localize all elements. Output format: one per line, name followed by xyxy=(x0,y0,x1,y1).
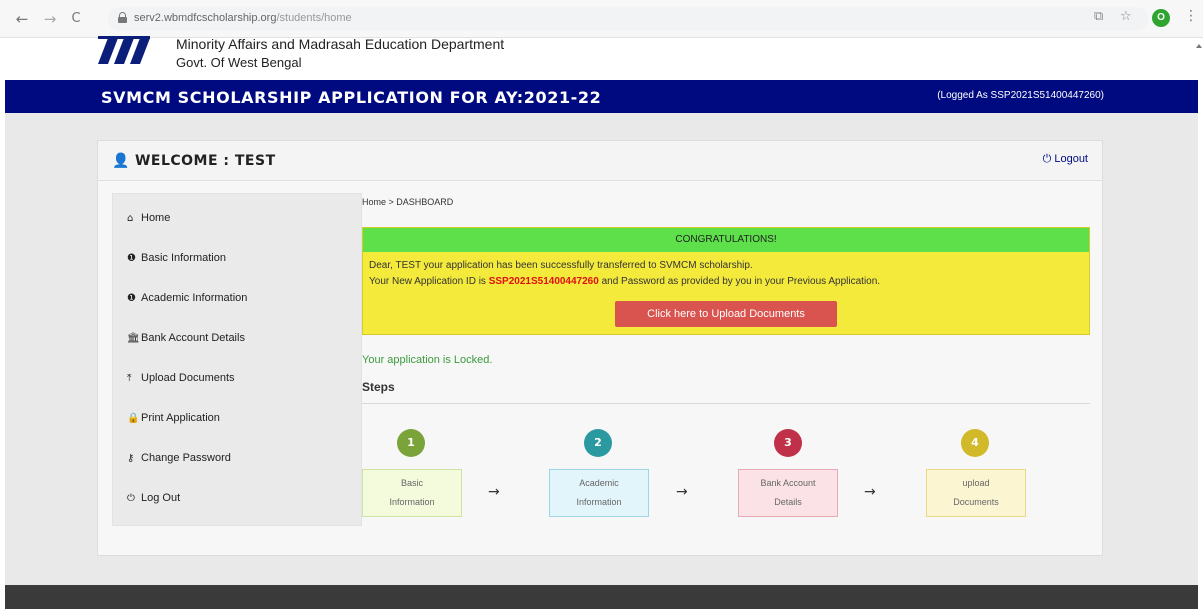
url-path: /students/home xyxy=(276,12,352,24)
header-banner: SVMCM SCHOLARSHIP APPLICATION FOR AY:202… xyxy=(5,80,1198,113)
forward-button[interactable]: → xyxy=(40,9,60,29)
page-footer xyxy=(5,585,1198,609)
arrow-right-icon: → xyxy=(488,484,500,500)
alert-text: Your New Application ID is xyxy=(369,276,489,287)
logout-label: Logout xyxy=(1054,153,1088,165)
sidebar-item-label: Home xyxy=(141,212,171,224)
sidebar-item-label: Change Password xyxy=(141,452,231,464)
profile-avatar[interactable]: O xyxy=(1152,9,1170,27)
sidebar-item-label: Bank Account Details xyxy=(141,332,245,344)
browser-toolbar: ← → C serv2.wbmdfcscholarship.org/studen… xyxy=(0,0,1203,38)
welcome-text: WELCOME : TEST xyxy=(134,153,276,169)
sidebar-item-basic-information[interactable]: ❶ Basic Information xyxy=(127,252,226,264)
sidebar-item-label: Print Application xyxy=(141,412,220,424)
step-4-badge: 4 xyxy=(961,429,989,457)
panel-header: 👤 WELCOME : TEST ⏻ Logout xyxy=(98,141,1102,181)
welcome-heading: 👤 WELCOME : TEST xyxy=(112,153,276,169)
step-2-box[interactable]: Academic Information xyxy=(549,469,649,517)
step-label: Information xyxy=(576,497,622,507)
sidebar: ⌂ Home ❶ Basic Information ❶ Academic Infor… xyxy=(112,193,362,526)
department-name: Minority Affairs and Madrasah Education … xyxy=(176,36,505,52)
alert-application-id-line: Your New Application ID is SSP2021S51400… xyxy=(369,276,880,287)
sidebar-item-print-application[interactable]: 🔒 Print Application xyxy=(127,412,220,424)
logged-as-label: (Logged As SSP2021S51400447260) xyxy=(937,90,1104,101)
step-label: upload xyxy=(962,478,990,488)
home-icon: ⌂ xyxy=(127,213,134,224)
application-id: SSP2021S51400447260 xyxy=(488,276,599,287)
url-text: serv2.wbmdfcscholarship.org/students/hom… xyxy=(134,12,352,24)
department-logo xyxy=(98,36,150,64)
sidebar-item-label: Log Out xyxy=(141,492,181,504)
sidebar-item-label: Basic Information xyxy=(141,252,226,264)
upload-icon: ⤒ xyxy=(127,373,132,384)
step-label: Information xyxy=(389,497,435,507)
locked-status: Your application is Locked. xyxy=(362,354,493,366)
sidebar-item-upload-documents[interactable]: ⤒ Upload Documents xyxy=(127,372,235,384)
arrow-right-icon: → xyxy=(864,484,876,500)
info-icon: ❶ xyxy=(127,293,136,304)
sidebar-item-home[interactable]: ⌂ Home xyxy=(127,212,170,224)
sidebar-item-label: Academic Information xyxy=(141,292,248,304)
steps-divider xyxy=(362,403,1090,404)
step-2-badge: 2 xyxy=(584,429,612,457)
alert-heading: CONGRATULATIONS! xyxy=(363,228,1089,252)
key-icon: ⚷ xyxy=(127,453,135,464)
step-1-box[interactable]: Basic Information xyxy=(362,469,462,517)
upload-documents-button[interactable]: Click here to Upload Documents xyxy=(615,301,837,327)
sidebar-item-bank-account-details[interactable]: 🏛Bank Account Details xyxy=(127,332,245,344)
step-label: Details xyxy=(774,497,802,507)
power-icon: ⏻ xyxy=(1042,153,1055,165)
logout-link[interactable]: ⏻ Logout xyxy=(1043,153,1088,166)
browser-menu-icon[interactable]: ⋮ xyxy=(1184,8,1198,24)
bank-icon: 🏛 xyxy=(127,333,140,344)
lock-icon: 🔒 xyxy=(127,413,140,424)
sidebar-item-academic-information[interactable]: ❶ Academic Information xyxy=(127,292,247,304)
step-label: Documents xyxy=(953,497,999,507)
step-label: Basic xyxy=(400,478,423,488)
power-icon: ⏻ xyxy=(127,493,135,504)
arrow-right-icon: → xyxy=(676,484,688,500)
step-4-box[interactable]: upload Documents xyxy=(926,469,1026,517)
steps-title: Steps xyxy=(362,380,395,394)
step-label: Academic xyxy=(579,478,619,488)
sidebar-item-change-password[interactable]: ⚷ Change Password xyxy=(127,452,231,464)
banner-title: SVMCM SCHOLARSHIP APPLICATION FOR AY:202… xyxy=(101,88,602,107)
success-alert: CONGRATULATIONS! Dear, TEST your applica… xyxy=(362,227,1090,335)
step-3-badge: 3 xyxy=(774,429,802,457)
step-3-box[interactable]: Bank Account Details xyxy=(738,469,838,517)
alert-text: and Password as provided by you in your … xyxy=(598,276,881,287)
step-label: Bank Account xyxy=(760,478,816,488)
info-icon: ❶ xyxy=(127,253,136,264)
page-scrollbar[interactable] xyxy=(1194,40,1203,80)
address-bar[interactable]: serv2.wbmdfcscholarship.org/students/hom… xyxy=(108,7,1148,31)
alert-message: Dear, TEST your application has been suc… xyxy=(369,260,753,271)
government-name: Govt. Of West Bengal xyxy=(176,55,302,70)
back-button[interactable]: ← xyxy=(12,9,32,29)
translate-icon[interactable]: ⧉ xyxy=(1094,9,1103,24)
url-host: serv2.wbmdfcscholarship.org xyxy=(134,12,277,24)
dashboard-panel: 👤 WELCOME : TEST ⏻ Logout ⌂ Home ❶ Basic In… xyxy=(97,140,1103,556)
reload-button[interactable]: C xyxy=(66,9,86,29)
step-1-badge: 1 xyxy=(397,429,425,457)
breadcrumb: Home > DASHBOARD xyxy=(362,197,454,207)
sidebar-item-log-out[interactable]: ⏻ Log Out xyxy=(127,492,180,504)
sidebar-item-label: Upload Documents xyxy=(141,372,235,384)
lock-icon xyxy=(118,12,127,23)
user-icon: 👤 xyxy=(112,153,130,169)
star-icon[interactable]: ☆ xyxy=(1120,9,1132,24)
